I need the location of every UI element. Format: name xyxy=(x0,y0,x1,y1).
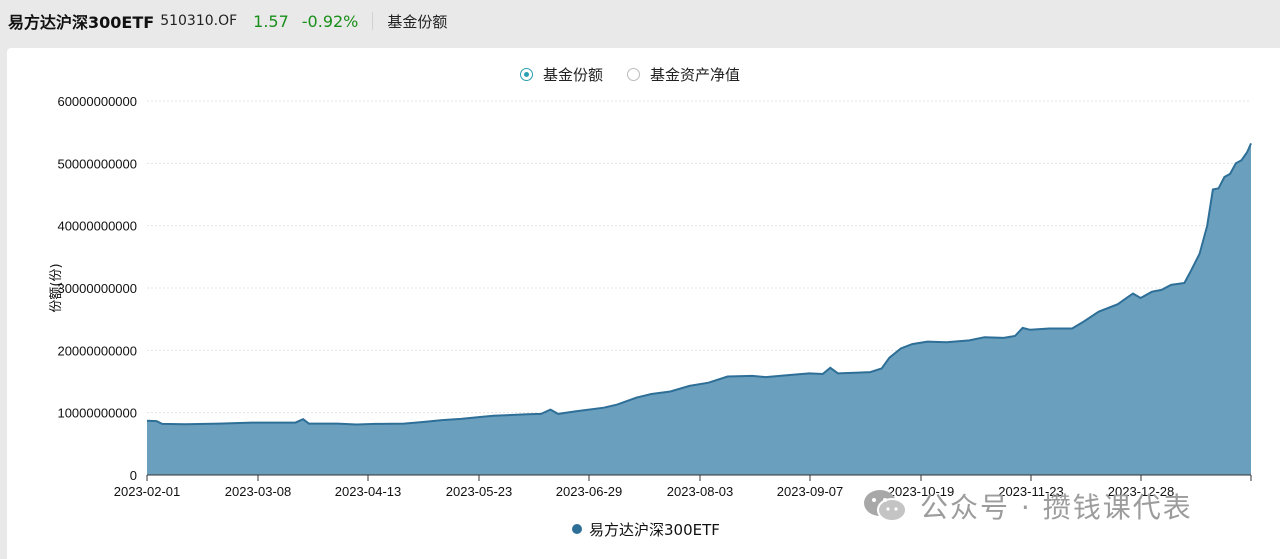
x-tick-label: 2023-02-01 xyxy=(114,484,181,499)
y-tick-label: 10000000000 xyxy=(57,406,137,421)
x-tick-label: 2023-05-23 xyxy=(446,484,513,499)
legend-label: 易方达沪深300ETF xyxy=(589,521,720,539)
y-axis-label: 份额(份) xyxy=(49,263,64,312)
share-chart: 0 10000000000 20000000000 30000000000 400000… xyxy=(49,94,1252,539)
x-tick-label: 2023-08-03 xyxy=(667,484,734,499)
x-tick-label: 2023-03-08 xyxy=(225,484,292,499)
legend-marker xyxy=(572,524,582,534)
y-tick-label: 0 xyxy=(130,468,137,483)
x-tick-label: 2023-04-13 xyxy=(335,484,402,499)
wechat-icon xyxy=(864,490,907,522)
watermark: 公众号 · 攒钱课代表 xyxy=(862,486,1193,526)
series-area xyxy=(147,143,1251,475)
watermark-text: 公众号 · 攒钱课代表 xyxy=(920,491,1193,524)
y-tick-label: 60000000000 xyxy=(57,94,137,109)
x-tick-label: 2023-06-29 xyxy=(556,484,623,499)
y-tick-label: 20000000000 xyxy=(57,343,137,358)
y-tick-label: 30000000000 xyxy=(57,281,137,296)
y-tick-label: 40000000000 xyxy=(57,219,137,234)
y-tick-label: 50000000000 xyxy=(57,156,137,171)
x-tick-label: 2023-09-07 xyxy=(777,484,844,499)
